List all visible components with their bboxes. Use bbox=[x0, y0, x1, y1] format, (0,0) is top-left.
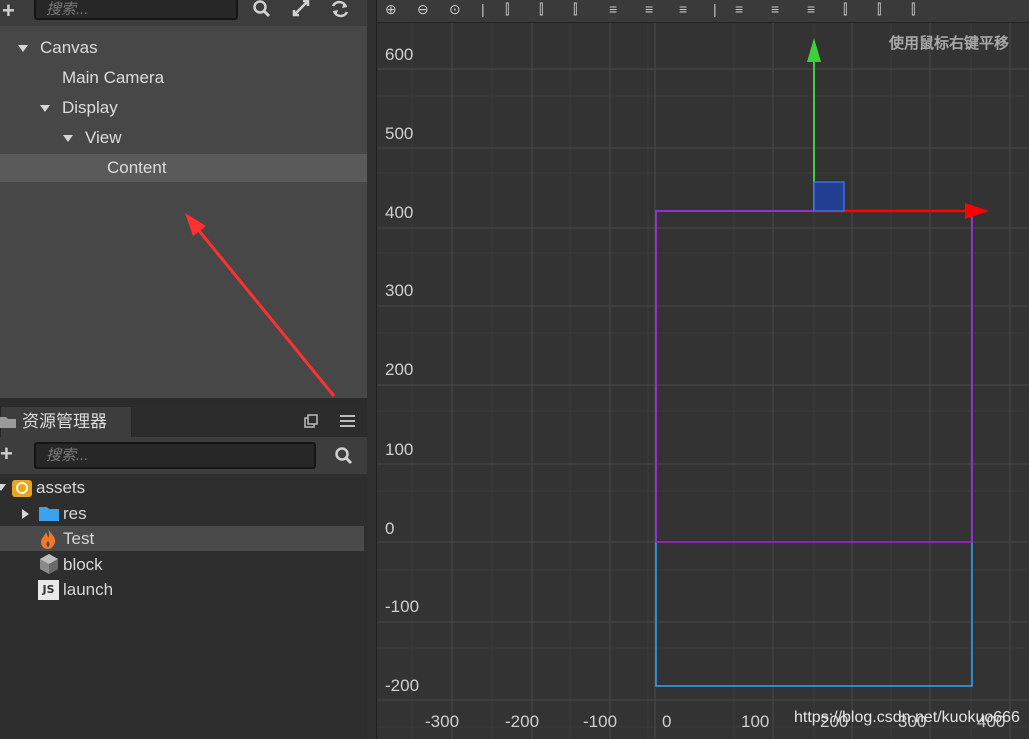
toolbar-divider: | bbox=[481, 1, 485, 17]
y-tick-label: 300 bbox=[385, 281, 414, 300]
y-tick-label: 0 bbox=[385, 519, 395, 538]
y-tick-label: 200 bbox=[385, 360, 414, 379]
js-script-icon: JS bbox=[38, 580, 59, 600]
assets-search-input[interactable] bbox=[36, 444, 314, 467]
asset-item-res[interactable]: res bbox=[0, 501, 364, 526]
scene-toolbar: ⊕ ⊖ ⊙ | ⫿ ⫿ ⫿ ≡ ≡ ≡ | ≡ ≡ ≡ ⫿ ⫿ ⫿ bbox=[377, 0, 1029, 23]
distribute-vcenter-icon[interactable]: ≡ bbox=[771, 0, 779, 18]
asset-item-block[interactable]: block bbox=[0, 552, 364, 577]
menu-icon[interactable] bbox=[340, 415, 356, 427]
y-tick-label: 400 bbox=[385, 203, 414, 222]
align-hcenter-icon[interactable]: ⫿ bbox=[539, 0, 543, 18]
align-vcenter-icon[interactable]: ≡ bbox=[645, 0, 653, 18]
align-top-icon[interactable]: ≡ bbox=[609, 0, 617, 18]
pan-hint: 使用鼠标右键平移 bbox=[889, 34, 1010, 52]
add-asset-icon[interactable]: + bbox=[0, 443, 13, 465]
x-axis-arrow-icon[interactable] bbox=[965, 203, 989, 219]
asset-label: Test bbox=[63, 529, 95, 548]
distribute-top-icon[interactable]: ≡ bbox=[735, 0, 743, 18]
asset-item-launch[interactable]: JS launch bbox=[0, 577, 364, 602]
zoom-out-icon[interactable]: ⊖ bbox=[417, 0, 429, 18]
scene-viewport[interactable] bbox=[377, 0, 1029, 739]
toolbar-divider: | bbox=[713, 1, 717, 17]
y-tick-label: 600 bbox=[385, 45, 414, 64]
expand-arrow-icon[interactable] bbox=[0, 484, 6, 491]
watermark: https://blog.csdn.net/kuokuo666 bbox=[794, 709, 1020, 726]
asset-item-assets[interactable]: assets bbox=[0, 475, 364, 500]
folder-icon bbox=[0, 417, 16, 428]
scene-panel[interactable]: ⊕ ⊖ ⊙ | ⫿ ⫿ ⫿ ≡ ≡ ≡ | ≡ ≡ ≡ ⫿ ⫿ ⫿ 使用鼠标右键… bbox=[377, 0, 1029, 739]
folder-icon bbox=[39, 507, 59, 521]
distribute-hcenter-icon[interactable]: ⫿ bbox=[877, 0, 881, 18]
distribute-bottom-icon[interactable]: ≡ bbox=[807, 0, 815, 18]
collapse-arrow-icon[interactable] bbox=[22, 509, 29, 519]
search-icon[interactable] bbox=[334, 447, 354, 465]
x-tick-label: -100 bbox=[583, 712, 618, 731]
asset-label: block bbox=[63, 555, 103, 574]
distribute-right-icon[interactable]: ⫿ bbox=[911, 0, 915, 18]
hierarchy-panel: + Canvas Main Camera Display View Conten… bbox=[0, 0, 367, 398]
assets-panel: 资源管理器 + assets res bbox=[0, 404, 367, 739]
asset-item-test[interactable]: Test bbox=[0, 526, 364, 551]
assets-search-field[interactable] bbox=[34, 442, 316, 469]
y-axis-arrow-icon[interactable] bbox=[807, 38, 821, 62]
align-bottom-icon[interactable]: ≡ bbox=[679, 0, 687, 18]
asset-label: assets bbox=[36, 478, 86, 497]
align-left-icon[interactable]: ⫿ bbox=[505, 0, 509, 18]
y-tick-label: 500 bbox=[385, 124, 414, 143]
align-right-icon[interactable]: ⫿ bbox=[573, 0, 577, 18]
x-tick-label: 0 bbox=[662, 712, 672, 731]
y-tick-label: -200 bbox=[385, 676, 420, 695]
xy-move-handle[interactable] bbox=[813, 181, 845, 212]
zoom-reset-icon[interactable]: ⊙ bbox=[449, 0, 461, 18]
y-tick-label: -100 bbox=[385, 597, 420, 616]
x-tick-label: 100 bbox=[741, 712, 770, 731]
assets-toolbar: + bbox=[0, 437, 367, 473]
asset-label: launch bbox=[63, 580, 114, 599]
annotation-arrow bbox=[185, 213, 336, 397]
prefab-cube-icon bbox=[40, 554, 58, 574]
tab-assets[interactable]: 资源管理器 bbox=[0, 406, 132, 437]
y-tick-label: 100 bbox=[385, 440, 414, 459]
assets-list: assets res Test block JS launch bbox=[0, 474, 367, 739]
distribute-left-icon[interactable]: ⫿ bbox=[843, 0, 847, 18]
panel-splitter[interactable] bbox=[367, 0, 377, 739]
popout-icon[interactable] bbox=[304, 414, 318, 428]
assets-db-icon bbox=[12, 480, 32, 497]
x-tick-label: -300 bbox=[425, 712, 460, 731]
zoom-in-icon[interactable]: ⊕ bbox=[385, 0, 397, 18]
assets-tabbar: 资源管理器 bbox=[0, 404, 367, 437]
asset-label: res bbox=[63, 504, 87, 523]
x-tick-label: -200 bbox=[505, 712, 540, 731]
tab-label: 资源管理器 bbox=[22, 412, 107, 431]
fire-scene-icon bbox=[41, 529, 56, 549]
